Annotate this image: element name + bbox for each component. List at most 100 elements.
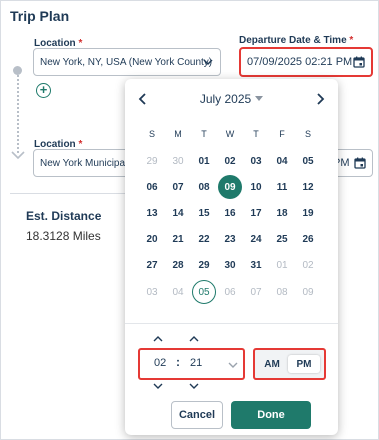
hour-increment-icon[interactable] [153, 335, 163, 342]
calendar-day-number: 16 [224, 207, 236, 219]
month-year-selector[interactable]: July 2025 [125, 92, 338, 106]
weekday-label: T [253, 129, 259, 139]
departure-datetime-input[interactable]: 07/09/2025 02:21 PM [239, 47, 373, 77]
calendar-day-selected[interactable]: 09 [217, 174, 243, 200]
calendar-day[interactable]: 28 [165, 253, 191, 279]
calendar-day-number: 30 [224, 260, 236, 272]
calendar-day[interactable]: 30 [165, 148, 191, 174]
calendar-day[interactable]: 15 [191, 200, 217, 226]
calendar-day[interactable]: 01 [269, 253, 295, 279]
calendar-day[interactable]: 10 [243, 174, 269, 200]
calendar-day[interactable]: 03 [139, 279, 165, 305]
time-separator: : [176, 355, 180, 369]
weekday-label: S [148, 129, 155, 139]
calendar-day-number: 22 [198, 234, 210, 246]
calendar-day-number: 08 [276, 286, 288, 298]
calendar-day-number: 29 [146, 155, 158, 167]
weekday-label: T [201, 129, 207, 139]
done-button[interactable]: Done [231, 401, 311, 429]
calendar-day[interactable]: 11 [269, 174, 295, 200]
calendar-day[interactable]: 18 [269, 200, 295, 226]
calendar-day[interactable]: 26 [295, 227, 321, 253]
calendar-icon[interactable] [354, 157, 366, 169]
calendar-day[interactable]: 21 [165, 227, 191, 253]
calendar-day[interactable]: 12 [295, 174, 321, 200]
calendar-day[interactable]: 07 [165, 174, 191, 200]
calendar-day-number: 05 [192, 280, 216, 305]
am-button[interactable]: AM [259, 355, 285, 373]
calendar-day-number: 01 [276, 260, 288, 272]
hour-field[interactable]: 02 [154, 357, 166, 369]
minute-increment-icon[interactable] [189, 335, 199, 342]
calendar-day-number: 06 [224, 286, 236, 298]
departure-datetime-value: 07/09/2025 02:21 PM [247, 56, 353, 68]
calendar-day[interactable]: 05 [295, 148, 321, 174]
calendar-day[interactable]: 04 [165, 279, 191, 305]
calendar-day[interactable]: 14 [165, 200, 191, 226]
calendar-day[interactable]: 04 [269, 148, 295, 174]
calendar-day-today[interactable]: 05 [191, 279, 217, 305]
calendar-day[interactable]: 08 [191, 174, 217, 200]
chevron-right-icon[interactable] [313, 92, 327, 106]
calendar-day-number: 18 [276, 207, 288, 219]
calendar-day[interactable]: 27 [139, 253, 165, 279]
calendar-day-number: 12 [302, 181, 314, 193]
calendar-day-number: 14 [172, 207, 184, 219]
calendar-icon[interactable] [353, 56, 365, 68]
calendar-day[interactable]: 09 [295, 279, 321, 305]
minute-decrement-icon[interactable] [189, 383, 199, 390]
chevron-down-icon[interactable] [228, 361, 238, 369]
calendar-day-number: 28 [172, 260, 184, 272]
datetime-picker-popup: July 2025 S M T W T F S 29 30 01 02 03 04 05 06 07 08 09… [125, 79, 338, 435]
calendar-day[interactable]: 03 [243, 148, 269, 174]
calendar-day-number: 07 [172, 181, 184, 193]
calendar-day[interactable]: 24 [243, 227, 269, 253]
calendar-day-number: 24 [250, 234, 262, 246]
calendar-day[interactable]: 19 [295, 200, 321, 226]
calendar-day[interactable]: 17 [243, 200, 269, 226]
month-year-label: July 2025 [199, 92, 252, 106]
calendar-day-number: 07 [250, 286, 262, 298]
calendar-day[interactable]: 23 [217, 227, 243, 253]
origin-location-select[interactable]: New York, NY, USA (New York County) [33, 48, 221, 76]
required-mark: * [349, 35, 354, 46]
calendar-day-number: 29 [198, 260, 210, 272]
trip-plan-panel: Trip Plan Location * New York, NY, USA (… [0, 0, 379, 440]
calendar-day[interactable]: 29 [191, 253, 217, 279]
calendar-day[interactable]: 07 [243, 279, 269, 305]
calendar-day[interactable]: 25 [269, 227, 295, 253]
calendar-day-number: 17 [250, 207, 262, 219]
calendar-day[interactable]: 02 [295, 253, 321, 279]
calendar-day[interactable]: 22 [191, 227, 217, 253]
calendar-day[interactable]: 01 [191, 148, 217, 174]
am-pm-toggle: AM PM [253, 348, 326, 380]
weekday-label: M [174, 129, 182, 139]
calendar-day[interactable]: 31 [243, 253, 269, 279]
calendar-day[interactable]: 06 [139, 174, 165, 200]
calendar-day-number: 11 [276, 181, 288, 193]
calendar-day-number: 15 [198, 207, 210, 219]
destination-location-value: New York Municipal [40, 157, 128, 169]
destination-location-select[interactable]: New York Municipal [33, 149, 133, 177]
calendar-day-grid: 29 30 01 02 03 04 05 06 07 08 09 10 11 12 13 14 15 16 17 18… [139, 148, 321, 305]
calendar-day-number: 20 [146, 234, 158, 246]
est-distance-value: 18.3128 Miles [26, 229, 101, 243]
weekday-header-row: SMTWTFS [139, 129, 321, 139]
hour-decrement-icon[interactable] [153, 383, 163, 390]
calendar-day-number: 31 [250, 260, 262, 272]
calendar-day[interactable]: 16 [217, 200, 243, 226]
calendar-day-number: 19 [302, 207, 314, 219]
weekday-label: S [304, 129, 311, 139]
calendar-day[interactable]: 29 [139, 148, 165, 174]
cancel-button[interactable]: Cancel [171, 401, 223, 429]
calendar-day[interactable]: 13 [139, 200, 165, 226]
calendar-day[interactable]: 08 [269, 279, 295, 305]
calendar-day[interactable]: 06 [217, 279, 243, 305]
calendar-day[interactable]: 20 [139, 227, 165, 253]
pm-button[interactable]: PM [288, 355, 320, 373]
add-stop-button[interactable]: + [36, 83, 51, 98]
minute-field[interactable]: 21 [190, 357, 202, 369]
calendar-day[interactable]: 02 [217, 148, 243, 174]
calendar-day[interactable]: 30 [217, 253, 243, 279]
calendar-day-number: 21 [172, 234, 184, 246]
